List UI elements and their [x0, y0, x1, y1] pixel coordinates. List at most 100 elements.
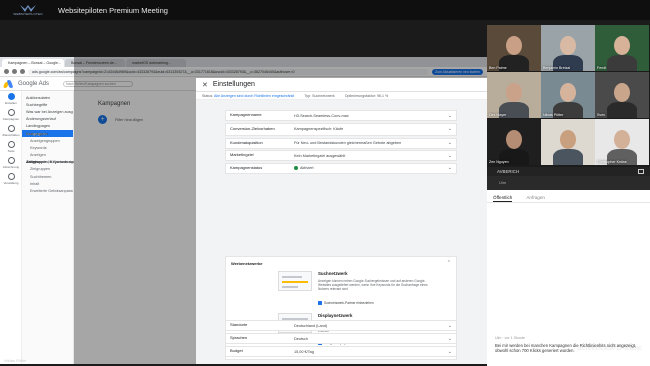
search-network-title: Suchnetzwerk [318, 271, 348, 276]
setting-value: Für Neu- und Bestandskunden gleichermaße… [294, 141, 402, 145]
rail-label: Zielvorhaben [2, 133, 20, 137]
chat-message: Bei mir werden bei manchen Kampagnen die… [495, 343, 637, 354]
rail-item-goals[interactable]: Zielvorhaben [0, 123, 22, 139]
sidebar-item[interactable]: Auktionsdaten [22, 94, 73, 101]
participant-body [607, 102, 637, 118]
chevron-down-icon[interactable]: ⌄ [448, 113, 452, 119]
ads-sidebar: Auktionsdaten Suchbegriffe Was war bei Anz… [22, 91, 89, 364]
sidebar-item[interactable]: Landingpages [22, 123, 73, 130]
status-value: Aktiviert [300, 166, 314, 170]
networks-panel: Werbenetzwerke ⌃ Suchnetzwerk Anzeigen k… [225, 256, 457, 360]
tab-public[interactable]: Öffentlich [493, 195, 513, 202]
participant-video[interactable]: Christopher Knüse [595, 119, 649, 165]
participant-name: Sven [597, 113, 606, 117]
sidebar-item[interactable]: Inhalt [22, 180, 73, 187]
trophy-icon [7, 125, 15, 132]
participant-video[interactable] [541, 119, 595, 165]
chevron-up-icon[interactable]: ⌃ [447, 260, 451, 266]
chevron-down-icon[interactable]: ⌄ [448, 153, 452, 159]
chevron-down-icon[interactable]: ⌄ [448, 349, 452, 355]
message-meta: Ulm · vor 1 Stunde [495, 336, 525, 340]
sidebar-item[interactable]: Suchthemen [22, 173, 73, 180]
setting-value: Deutschland (Land) [294, 323, 328, 328]
participant-name: Fendt [597, 66, 607, 70]
participant-name: Benjamin Bretzal [543, 66, 571, 70]
sidebar-item[interactable]: Keywords [22, 144, 73, 151]
participant-name: Christopher Knüse [597, 160, 627, 164]
meeting-header: WEBSITEPILOTEN Websitepiloten Premium Me… [0, 0, 650, 20]
tab-requests[interactable]: Anfragen [526, 195, 545, 202]
setting-row[interactable]: Budget 15,00 €/Tag ⌄ [225, 346, 457, 357]
participant-video[interactable]: Sven [595, 72, 649, 118]
chevron-down-icon[interactable]: ⌄ [448, 126, 452, 132]
participant-name: Ben Palme [489, 66, 507, 70]
sidebar-item[interactable]: Änderungsverlauf [22, 116, 73, 123]
rail-label: Kampagnen [2, 117, 20, 121]
create-button[interactable]: Erstellen [0, 91, 22, 107]
reload-icon[interactable] [20, 69, 25, 74]
participant-video[interactable]: Ben Palme [487, 25, 541, 71]
rail-label: Abrechnung [2, 165, 20, 169]
settings-list: Werbenetzwerke ⌃ Suchnetzwerk Anzeigen k… [196, 100, 487, 364]
participant-video[interactable]: Zen Nguyen [487, 119, 541, 165]
rail-item-campaigns[interactable]: Kampagnen [0, 107, 22, 123]
dialog-title: Einstellungen [212, 81, 255, 88]
participant-body [553, 149, 583, 165]
setting-value: H3-Search-Seamless-Conv-max [294, 113, 349, 118]
rail-item-billing[interactable]: Abrechnung [0, 155, 22, 171]
participant-video[interactable]: Benjamin Bretzal [541, 25, 595, 71]
dialog-header: ✕ Einstellungen [196, 78, 487, 92]
sidebar-item[interactable]: Erweiterte Gebotsanpassungen [22, 187, 73, 194]
close-icon[interactable]: ✕ [202, 81, 208, 89]
status-link[interactable]: Alle Anzeigen sind durch Richtlinien ein… [214, 94, 294, 98]
setting-row[interactable]: Kundenakquisition Für Neu- und Bestandsku… [225, 137, 457, 149]
participant-video[interactable]: Fendt [595, 25, 649, 71]
sidebar-item[interactable]: Kampagnen [22, 130, 52, 137]
chevron-down-icon[interactable]: ⌄ [448, 140, 452, 146]
optimization-score: Optimierungsfaktor: 96,1 % [344, 94, 389, 98]
back-icon[interactable] [4, 69, 9, 74]
enabled-status-icon [294, 166, 298, 170]
strip-label: Ulm [499, 180, 507, 185]
setting-row[interactable]: Marketingziel Kein Marketingziel ausgewäh… [225, 150, 457, 161]
sidebar-item[interactable]: Zielgruppen [22, 166, 73, 173]
ads-icon-rail: Erstellen Kampagnen Zielvorhaben Tools A… [0, 91, 22, 364]
setting-row[interactable]: Standorte Deutschland (Land) ⌄ [225, 320, 457, 331]
chevron-down-icon[interactable]: ⌄ [448, 336, 452, 342]
sidebar-item[interactable]: Was war bei Anzeigen ausgeblendet worden [22, 108, 73, 115]
setting-label: Kampagnenstatus [230, 164, 263, 170]
wrench-icon [7, 141, 15, 148]
participant-video[interactable]: Dirk Mayer [487, 72, 541, 118]
sidebar-item[interactable]: Anzeigengruppen [22, 137, 73, 144]
search-network-description: Anzeigen können neben Google-Suchergebni… [318, 279, 428, 291]
browser-tab[interactable]: Kampagnen – Bonsai – Google... [2, 59, 64, 67]
participant-video[interactable]: Niklas Pütter [541, 72, 595, 118]
chevron-down-icon[interactable]: ⌄ [448, 165, 452, 171]
participant-face [614, 83, 630, 102]
rail-label: Tools [7, 149, 15, 153]
setting-label: Werbenetzwerke [231, 261, 263, 266]
meeting-title: Websitepiloten Premium Meeting [58, 5, 168, 15]
setting-row[interactable]: Sprachen Deutsch ⌄ [225, 333, 457, 344]
rail-item-tools[interactable]: Tools [0, 139, 22, 155]
rail-label: Erstellen [5, 101, 17, 105]
forward-icon[interactable] [12, 69, 17, 74]
setting-row[interactable]: Conversion-Zielvorhaben Kampagnenspezifis… [225, 122, 457, 136]
sidebar-item[interactable]: Suchbegriffe [22, 101, 73, 108]
participant-strip: Ulm [487, 176, 650, 190]
sidebar-item[interactable]: Anzeigen [22, 152, 73, 159]
participant-name: Zen Nguyen [489, 160, 509, 164]
search-network-illustration [278, 271, 312, 291]
participant-face [506, 130, 522, 149]
chevron-down-icon[interactable]: ⌄ [448, 323, 452, 329]
setting-value: 15,00 €/Tag [294, 349, 314, 354]
participant-face [560, 130, 576, 149]
participant-face [506, 36, 522, 55]
setting-label: Standorte [230, 322, 248, 328]
setting-row[interactable]: Kampagnenstatus Aktiviert ⌄ [225, 162, 457, 174]
search-partners-checkbox[interactable]: Suchnetzwerk-Partner einbeziehen [318, 301, 374, 305]
chat-tabs: Öffentlich Anfragen [487, 190, 650, 203]
rail-item-admin[interactable]: Verwaltung [0, 171, 22, 187]
screen-share-icon[interactable] [638, 169, 644, 174]
setting-row[interactable]: Kampagnenname H3-Search-Seamless-Conv-max… [225, 110, 457, 121]
